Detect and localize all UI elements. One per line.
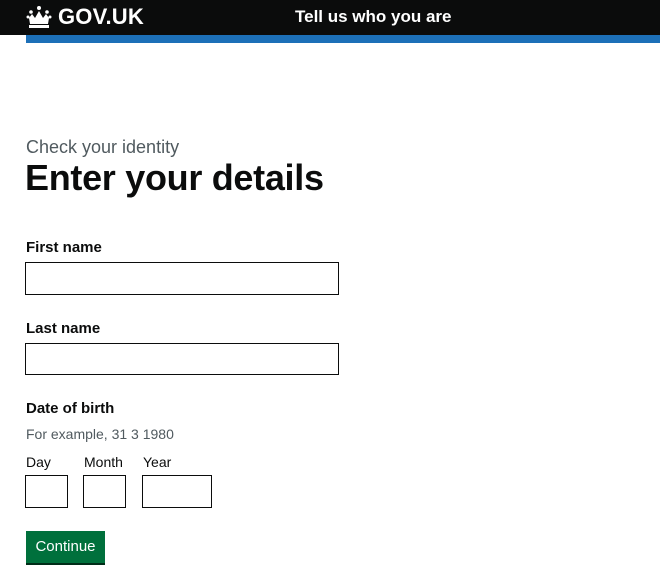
crown-icon: [26, 6, 52, 28]
govuk-logo-link[interactable]: GOV.UK: [26, 3, 144, 31]
page-title: Enter your details: [25, 157, 324, 198]
year-label: Year: [143, 454, 172, 470]
day-label: Day: [26, 454, 51, 470]
site-header: GOV.UK Tell us who you are: [0, 0, 660, 35]
continue-button[interactable]: Continue: [26, 531, 105, 563]
service-name-link[interactable]: Tell us who you are: [295, 5, 452, 29]
month-label: Month: [84, 454, 123, 470]
year-field[interactable]: [142, 475, 212, 508]
first-name-field[interactable]: [25, 262, 339, 295]
date-of-birth-label: Date of birth: [26, 400, 115, 417]
logo-text: GOV.UK: [58, 4, 144, 29]
date-of-birth-hint: For example, 31 3 1980: [26, 426, 174, 442]
first-name-label: First name: [26, 239, 102, 256]
day-field[interactable]: [25, 475, 68, 508]
month-field[interactable]: [83, 475, 126, 508]
last-name-label: Last name: [26, 320, 101, 337]
last-name-field[interactable]: [25, 343, 339, 375]
page-caption: Check your identity: [26, 137, 180, 157]
header-blue-stripe: [26, 35, 660, 43]
page: GOV.UK Tell us who you are Check your id…: [0, 0, 660, 568]
